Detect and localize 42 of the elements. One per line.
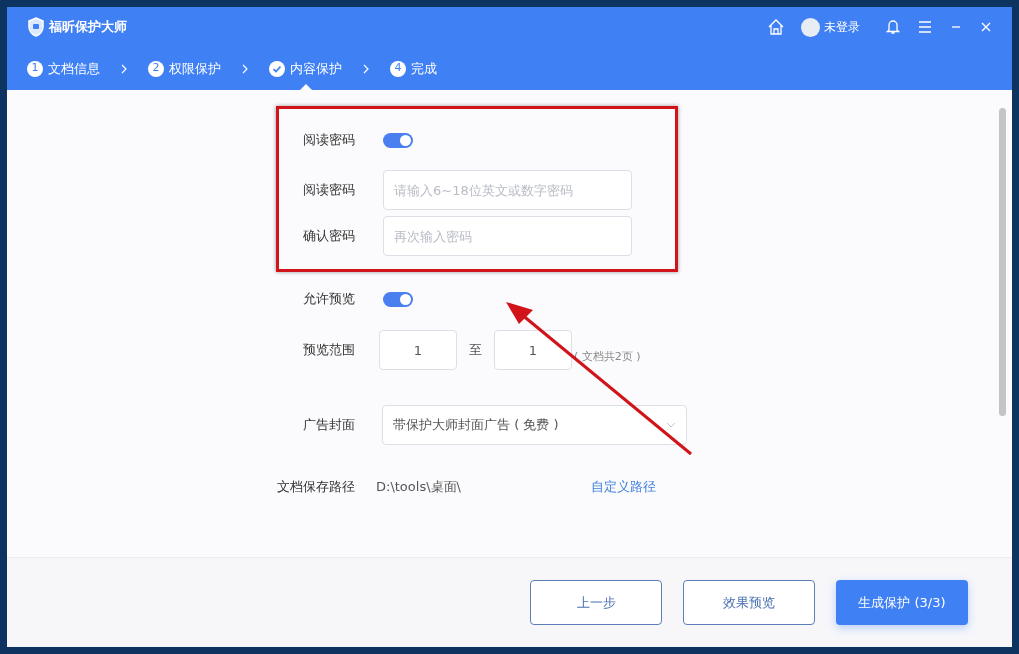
- action-button[interactable]: 上一步: [530, 580, 662, 625]
- check-circle-icon: [269, 60, 285, 77]
- field-label: 广告封面: [303, 416, 355, 435]
- field-label: 确认密码: [303, 227, 355, 246]
- menu-icon[interactable]: [918, 21, 932, 33]
- action-button[interactable]: 生成保护 (3/3): [836, 580, 968, 625]
- save-path-text: D:\tools\桌面\: [376, 478, 462, 496]
- step-tab[interactable]: 1 文档信息: [27, 47, 100, 90]
- cover-select[interactable]: 带保护大师封面广告 ( 免费 ): [382, 405, 687, 445]
- field-label: 阅读密码: [303, 131, 355, 150]
- chevron-down-icon: [666, 422, 676, 428]
- step-tab[interactable]: 4 完成: [390, 47, 437, 90]
- field-label: 文档保存路径: [277, 478, 355, 496]
- login-status-link[interactable]: 未登录: [824, 18, 860, 36]
- password-field[interactable]: 请输入6~18位英文或数字密码: [383, 170, 632, 210]
- chevron-right-icon: [241, 63, 249, 74]
- chevron-right-icon: [120, 63, 128, 74]
- page-to-field[interactable]: 1: [494, 330, 572, 370]
- shield-logo-icon: [27, 17, 45, 37]
- toggle-switch[interactable]: [383, 291, 413, 307]
- confirm-password-field[interactable]: 再次输入密码: [383, 216, 632, 256]
- field-label: 预览范围: [303, 341, 355, 360]
- step-tab[interactable]: 2 权限保护: [148, 47, 221, 90]
- page-from-field[interactable]: 1: [379, 330, 457, 370]
- field-label: 允许预览: [303, 290, 355, 309]
- range-separator: 至: [469, 341, 482, 360]
- step-number: 2: [148, 60, 164, 77]
- field-label: 阅读密码: [303, 181, 355, 200]
- bell-icon[interactable]: [886, 19, 900, 35]
- step-number: 1: [27, 60, 43, 77]
- close-icon[interactable]: [980, 21, 992, 33]
- action-button[interactable]: 效果预览: [683, 580, 815, 625]
- custom-path-link[interactable]: 自定义路径: [591, 477, 656, 497]
- app-title: 福昕保护大师: [49, 18, 127, 37]
- chevron-right-icon: [362, 63, 370, 74]
- step-number: 4: [390, 60, 406, 77]
- avatar-icon[interactable]: [801, 17, 820, 37]
- toggle-switch[interactable]: [383, 132, 413, 148]
- scrollbar[interactable]: [999, 108, 1006, 416]
- active-step-caret: [299, 84, 312, 90]
- step-tab[interactable]: 内容保护: [269, 47, 342, 90]
- home-icon[interactable]: [767, 18, 785, 36]
